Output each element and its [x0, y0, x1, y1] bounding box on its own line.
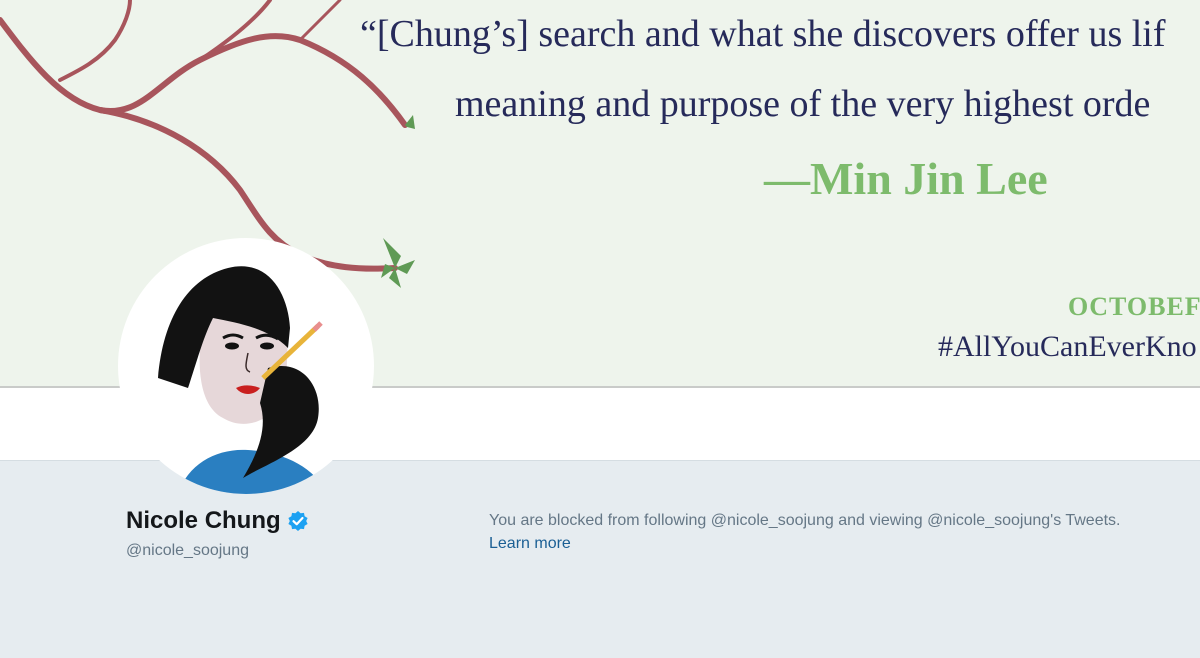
profile-avatar[interactable] [118, 238, 374, 494]
banner-release-date: OCTOBEF [1068, 292, 1200, 321]
verified-badge-icon [287, 510, 309, 532]
profile-name[interactable]: Nicole Chung [126, 507, 309, 535]
avatar-illustration [158, 266, 328, 494]
learn-more-link[interactable]: Learn more [489, 535, 571, 553]
banner-quote-line-1: “[Chung’s] search and what she discovers… [360, 13, 1166, 55]
blocked-notice: You are blocked from following @nicole_s… [489, 512, 1121, 529]
banner-quote-line-2: meaning and purpose of the very highest … [455, 83, 1151, 125]
banner-hashtag: #AllYouCanEverKno [938, 330, 1197, 363]
profile-handle[interactable]: @nicole_soojung [126, 542, 249, 560]
profile-name-text[interactable]: Nicole Chung [126, 507, 281, 535]
banner-quote-author: —Min Jin Lee [764, 153, 1048, 204]
